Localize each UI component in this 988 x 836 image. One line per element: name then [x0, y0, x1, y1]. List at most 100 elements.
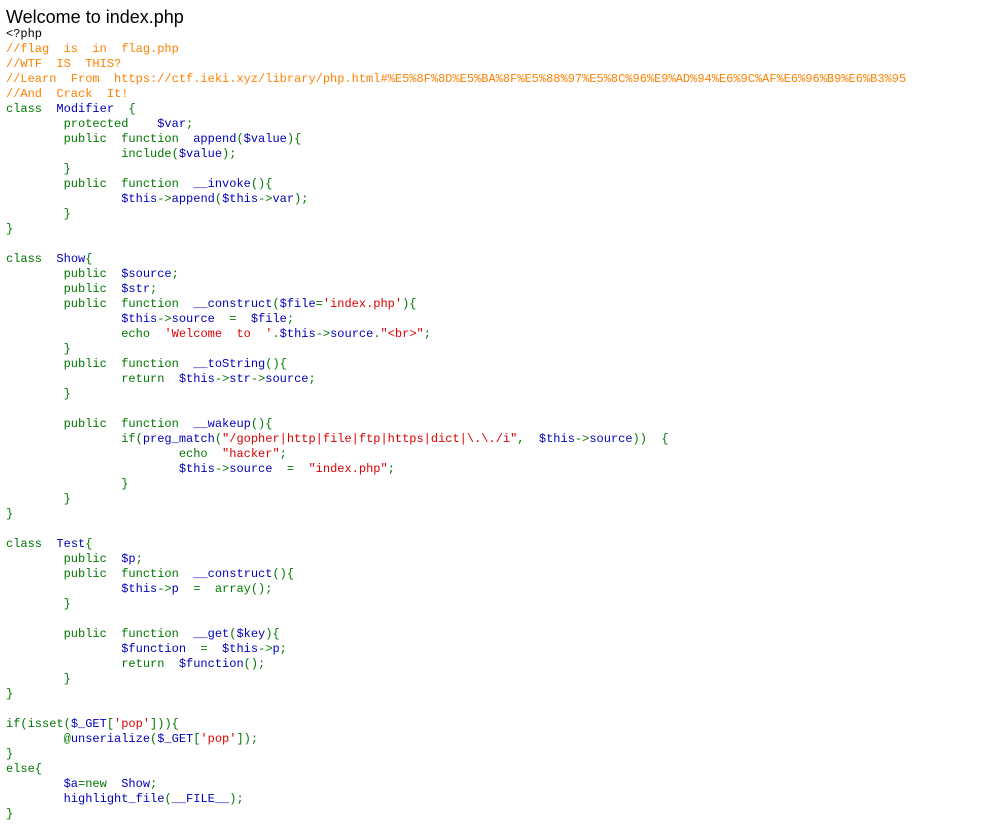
code-token-keyword: , [517, 432, 539, 446]
code-token-keyword: = [315, 297, 323, 311]
code-token-default: __FILE__ [171, 792, 230, 806]
code-token-default: $this [538, 432, 575, 446]
code-token-default: $this [222, 192, 259, 206]
code-token-keyword: -> [315, 327, 331, 341]
code-token-keyword: } [6, 207, 71, 221]
code-token-string: "hacker" [222, 447, 280, 461]
code-line: highlight_file(__FILE__); [6, 792, 906, 807]
code-token-string: 'pop' [200, 732, 237, 746]
code-token-keyword: (){ [265, 357, 287, 371]
code-line: echo "hacker"; [6, 447, 906, 462]
code-token-keyword: } [6, 477, 129, 491]
code-token-keyword: if(isset( [6, 717, 71, 731]
code-token-keyword: public function [6, 177, 194, 191]
code-line: public function __toString(){ [6, 357, 906, 372]
code-line: } [6, 477, 906, 492]
code-token-string: 'index.php' [322, 297, 403, 311]
page-title: Welcome to index.php [6, 7, 184, 27]
code-line: public function __construct($file='index… [6, 297, 906, 312]
code-token-keyword: -> [157, 312, 172, 326]
code-token-keyword: public function [6, 297, 194, 311]
code-token-keyword: { [128, 102, 136, 116]
code-token-default: $str [121, 282, 151, 296]
code-token-default: $this [178, 372, 215, 386]
code-line: class Show{ [6, 252, 906, 267]
code-token-keyword: = array(); [193, 582, 273, 596]
code-line: } [6, 597, 906, 612]
code-token-default: $_GET [157, 732, 194, 746]
code-token-default: $this [6, 192, 158, 206]
code-token-keyword: -> [250, 372, 266, 386]
code-line: class Test{ [6, 537, 906, 552]
code-line: } [6, 162, 906, 177]
code-line: include($value); [6, 147, 906, 162]
code-token-keyword: public function [6, 357, 194, 371]
code-token-keyword: ); [294, 192, 309, 206]
code-line: public $source; [6, 267, 906, 282]
code-token-keyword: echo [6, 327, 165, 341]
code-token-default: $this [279, 327, 316, 341]
code-token-keyword: } [6, 387, 71, 401]
code-token-keyword: public [6, 282, 122, 296]
code-token-default: $file [250, 312, 287, 326]
code-token-keyword: return [6, 372, 179, 386]
code-token-keyword: else{ [6, 762, 43, 776]
code-line: return $this->str->source; [6, 372, 906, 387]
code-line: $function = $this->p; [6, 642, 906, 657]
code-line: $this->p = array(); [6, 582, 906, 597]
code-token-keyword: public function [6, 627, 194, 641]
code-token-default: source [171, 312, 230, 326]
code-token-keyword: -> [214, 372, 230, 386]
code-line: } [6, 342, 906, 357]
code-token-default: source [229, 462, 287, 476]
code-token-html: <?php [6, 27, 43, 41]
code-token-default: unserialize [70, 732, 151, 746]
code-token-default: $this [6, 582, 158, 596]
code-line: } [6, 207, 906, 222]
code-line: protected $var; [6, 117, 906, 132]
code-token-comment: //Learn From https://ctf.ieki.xyz/librar… [6, 72, 907, 86]
code-line: else{ [6, 762, 906, 777]
code-token-default: $p [121, 552, 136, 566]
code-token-default: $this [6, 312, 158, 326]
code-line: } [6, 507, 906, 522]
code-token-keyword: -> [258, 192, 273, 206]
highlighted-source-code: <?php//flag is in flag.php//WTF IS THIS?… [6, 27, 906, 822]
code-token-keyword: [ [106, 717, 115, 731]
code-line: } [6, 387, 906, 402]
code-token-keyword: ); [229, 792, 244, 806]
code-token-string: "<br>" [380, 327, 424, 341]
code-token-keyword: } [6, 507, 14, 521]
code-token-comment: //flag is in flag.php [6, 42, 179, 56]
code-token-default: $this [6, 462, 215, 476]
code-token-default: Modifier [56, 102, 129, 116]
code-line: public function __wakeup(){ [6, 417, 906, 432]
code-line: echo 'Welcome to '.$this->source."<br>"; [6, 327, 906, 342]
code-token-keyword: ; [171, 267, 179, 281]
code-token-keyword: } [6, 492, 71, 506]
code-token-keyword: echo [6, 447, 223, 461]
code-token-keyword: -> [157, 582, 172, 596]
code-token-keyword: -> [157, 192, 172, 206]
code-line: if(preg_match("/gopher|http|file|ftp|htt… [6, 432, 906, 447]
code-token-default: append [171, 192, 215, 206]
code-line: //And Crack It! [6, 87, 906, 102]
code-token-default: __toString [193, 357, 266, 371]
code-token-keyword: } [6, 597, 71, 611]
code-token-string: 'pop' [114, 717, 151, 731]
code-token-keyword: } [6, 222, 14, 236]
code-token-keyword: ; [279, 447, 287, 461]
code-line: } [6, 222, 906, 237]
code-token-default: $a [6, 777, 79, 791]
code-token-keyword: = [229, 312, 251, 326]
code-token-default: $value [178, 147, 223, 161]
code-token-default: __construct [193, 297, 273, 311]
code-token-keyword: ; [423, 327, 431, 341]
code-line: $this->append($this->var); [6, 192, 906, 207]
code-token-keyword: . [272, 327, 280, 341]
code-token-default: $key [236, 627, 266, 641]
